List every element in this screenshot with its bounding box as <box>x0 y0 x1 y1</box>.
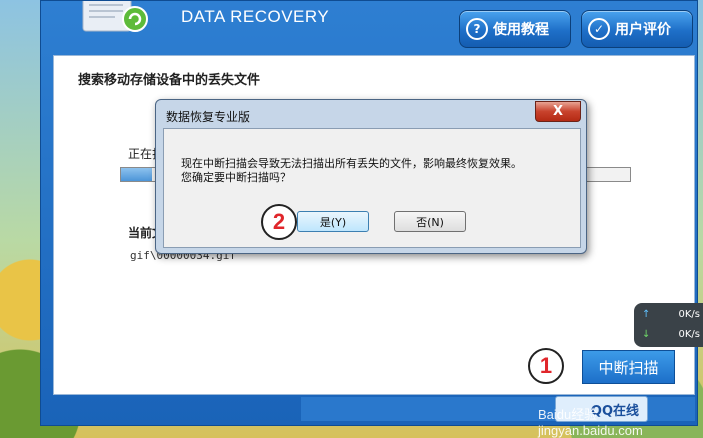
dialog-message-line2: 您确定要中断扫描吗？ <box>181 171 291 184</box>
progress-fill <box>121 168 152 181</box>
question-icon: ? <box>466 18 488 40</box>
dialog-close-button[interactable]: X <box>535 101 581 122</box>
network-speed-widget: ↑ 0K/s ↓ 0K/s <box>634 303 703 347</box>
upload-arrow-icon: ↑ <box>642 309 651 320</box>
stop-scan-button[interactable]: 中断扫描 <box>582 350 675 384</box>
dialog-title: 数据恢复专业版 <box>166 110 251 124</box>
dialog-message: 现在中断扫描会导致无法扫描出所有丢失的文件，影响最终恢复效果。 您确定要中断扫描… <box>181 157 522 185</box>
download-speed: 0K/s <box>678 329 701 340</box>
dialog-message-line1: 现在中断扫描会导致无法扫描出所有丢失的文件，影响最终恢复效果。 <box>181 157 522 170</box>
app-logo <box>75 0 155 37</box>
badge-icon: ✓ <box>588 18 610 40</box>
yes-button[interactable]: 是(Y) <box>297 211 369 232</box>
dialog-body: 现在中断扫描会导致无法扫描出所有丢失的文件，影响最终恢复效果。 您确定要中断扫描… <box>163 128 581 248</box>
tutorial-button[interactable]: ? 使用教程 <box>459 10 571 48</box>
app-title: DATA RECOVERY <box>181 7 330 26</box>
panel-heading: 搜索移动存储设备中的丢失文件 <box>78 73 261 88</box>
tutorial-button-label: 使用教程 <box>493 22 549 38</box>
upload-speed: 0K/s <box>678 309 701 320</box>
step-marker-2: 2 <box>261 204 297 240</box>
no-button[interactable]: 否(N) <box>394 211 466 232</box>
review-button-label: 用户评价 <box>615 22 671 38</box>
watermark: Baidu经验 jingyan.baidu.com <box>538 407 643 438</box>
close-icon: X <box>552 104 564 119</box>
download-arrow-icon: ↓ <box>642 329 651 340</box>
step-marker-1: 1 <box>528 348 564 384</box>
confirm-dialog: 数据恢复专业版 X 现在中断扫描会导致无法扫描出所有丢失的文件，影响最终恢复效果… <box>155 99 587 254</box>
review-button[interactable]: ✓ 用户评价 <box>581 10 693 48</box>
